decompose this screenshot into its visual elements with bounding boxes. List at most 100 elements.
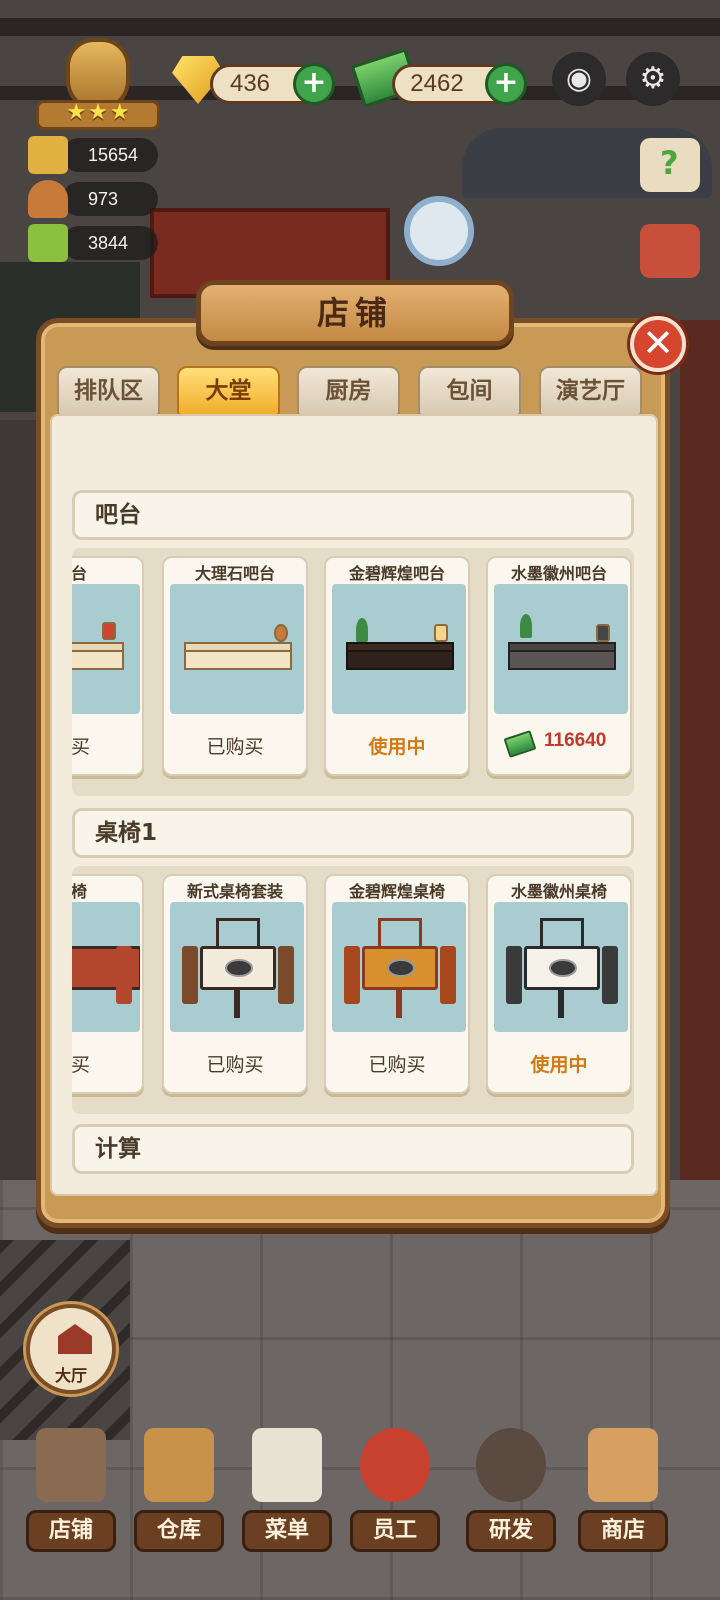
item-card[interactable]: 金碧辉煌桌椅 已购买 (324, 874, 470, 1094)
gear-icon: ⚙ (639, 61, 667, 96)
item-status-in-use: 使用中 (530, 1054, 588, 1076)
item-status: 已购买 (368, 1054, 426, 1076)
gem-value: 436 (229, 70, 271, 97)
rank-stars: ★★★ (66, 100, 132, 125)
item-status: 购买 (72, 736, 90, 758)
nav-label: 店铺 (26, 1510, 116, 1552)
restaurant-rank-badge[interactable]: ★★★ (36, 38, 160, 132)
tab-kitchen[interactable]: 厨房 (297, 366, 400, 416)
item-card[interactable]: 金碧辉煌吧台 使用中 (324, 556, 470, 776)
right-pillar (680, 320, 720, 1280)
house-icon (58, 1324, 92, 1354)
hotpot-icon (225, 959, 253, 977)
nav-label: 研发 (466, 1510, 556, 1552)
item-status: 购买 (72, 1054, 90, 1076)
item-name: 大理石吧台 (194, 564, 275, 583)
stat-value: 3844 (88, 233, 129, 253)
item-name: 吧台 (72, 564, 87, 583)
item-card[interactable]: 吧台 购买 (72, 556, 144, 776)
table-leg (396, 988, 402, 1018)
nav-menu[interactable]: 菜单 (238, 1428, 336, 1556)
table-leg (558, 988, 564, 1018)
item-status: 已购买 (206, 1054, 264, 1076)
nav-store[interactable]: 商店 (574, 1428, 672, 1556)
stat-value: 15654 (88, 145, 139, 165)
camera-button[interactable]: ◉ (552, 52, 606, 106)
guide-book-button[interactable]: ? (640, 138, 700, 192)
tab-queue-area[interactable]: 排队区 (57, 366, 160, 416)
panel-title: 店铺 (196, 280, 514, 346)
nav-research[interactable]: 研发 (462, 1428, 560, 1556)
table-top (524, 946, 600, 990)
hall-button[interactable]: 大厅 (26, 1304, 116, 1394)
item-image (494, 902, 628, 1032)
lamp-icon (102, 622, 116, 640)
section-header-bar-calc: 计算 (72, 1124, 634, 1174)
add-cash-button[interactable]: + (485, 63, 527, 105)
item-card[interactable]: 水墨徽州吧台 116640 (486, 556, 632, 776)
nav-warehouse[interactable]: 仓库 (130, 1428, 228, 1556)
cash-counter: 2462 + (392, 63, 527, 105)
chair (440, 946, 456, 1004)
item-image (332, 902, 466, 1032)
ceiling-beam (0, 18, 720, 36)
cash-value: 2462 (410, 70, 464, 97)
stand-icon (596, 624, 610, 642)
item-image (72, 584, 140, 714)
hotpot-icon (549, 959, 577, 977)
item-image (72, 902, 140, 1032)
chair (506, 946, 522, 1004)
chair (344, 946, 360, 1004)
table-top (362, 946, 438, 990)
tab-private-room[interactable]: 包间 (418, 366, 521, 416)
item-card[interactable]: 新式桌椅套装 已购买 (162, 874, 308, 1094)
tab-hall[interactable]: 大堂 (177, 366, 280, 416)
hall-label: 大厅 (54, 1366, 87, 1385)
area-tabs: 排队区 大堂 厨房 包间 演艺厅 (57, 366, 657, 416)
item-card[interactable]: 桌椅 购买 (72, 874, 144, 1094)
counter-items-row[interactable]: 吧台 购买 大理石吧台 已购买 金碧辉煌吧台 (72, 548, 634, 796)
chair (602, 946, 618, 1004)
chair-back (540, 918, 584, 946)
decorative-plate (404, 196, 474, 266)
section-title: 桌椅1 (95, 820, 158, 846)
close-icon: ✕ (642, 321, 674, 365)
nav-label: 菜单 (242, 1510, 332, 1552)
chair (278, 946, 294, 1004)
section-header-bar-counter: 吧台 (72, 490, 634, 540)
item-image (332, 584, 466, 714)
gold-ingot-icon (28, 136, 68, 174)
table-items-row[interactable]: 桌椅 购买 新式桌椅套装 已购买 金碧辉煌桌椅 (72, 866, 634, 1114)
chair-back (216, 918, 260, 946)
settings-button[interactable]: ⚙ (626, 52, 680, 106)
item-name: 水墨徽州吧台 (510, 564, 607, 583)
item-card[interactable]: 水墨徽州桌椅 使用中 (486, 874, 632, 1094)
hotpot-icon (387, 959, 415, 977)
add-gems-button[interactable]: + (293, 63, 335, 105)
close-button[interactable]: ✕ (630, 316, 686, 372)
item-card[interactable]: 大理石吧台 已购买 (162, 556, 308, 776)
wok-icon (476, 1428, 546, 1502)
item-image (170, 584, 304, 714)
nav-label: 仓库 (134, 1510, 224, 1552)
clipboard-icon (252, 1428, 322, 1502)
table-leg (234, 988, 240, 1018)
counter-body (508, 650, 616, 670)
stat-menu: 3844 (28, 224, 158, 262)
records-book-button[interactable] (640, 224, 700, 278)
item-image (170, 902, 304, 1032)
table-top (200, 946, 276, 990)
item-name: 水墨徽州桌椅 (510, 882, 607, 901)
item-status: 已购买 (206, 736, 264, 758)
shop-content-scroll[interactable]: 吧台 吧台 购买 大理石吧台 已购买 金碧辉煌吧台 (50, 414, 658, 1196)
shop-building-icon (36, 1428, 106, 1502)
item-name: 新式桌椅套装 (186, 882, 283, 901)
nav-staff[interactable]: 员工 (346, 1428, 444, 1556)
nav-shop[interactable]: 店铺 (22, 1428, 120, 1556)
tab-performance-hall[interactable]: 演艺厅 (539, 366, 642, 416)
chair (116, 946, 132, 1004)
bonsai-icon (356, 618, 368, 642)
item-price[interactable]: 116640 (503, 730, 630, 758)
chef-icon (360, 1428, 430, 1502)
counter-body (72, 650, 124, 670)
